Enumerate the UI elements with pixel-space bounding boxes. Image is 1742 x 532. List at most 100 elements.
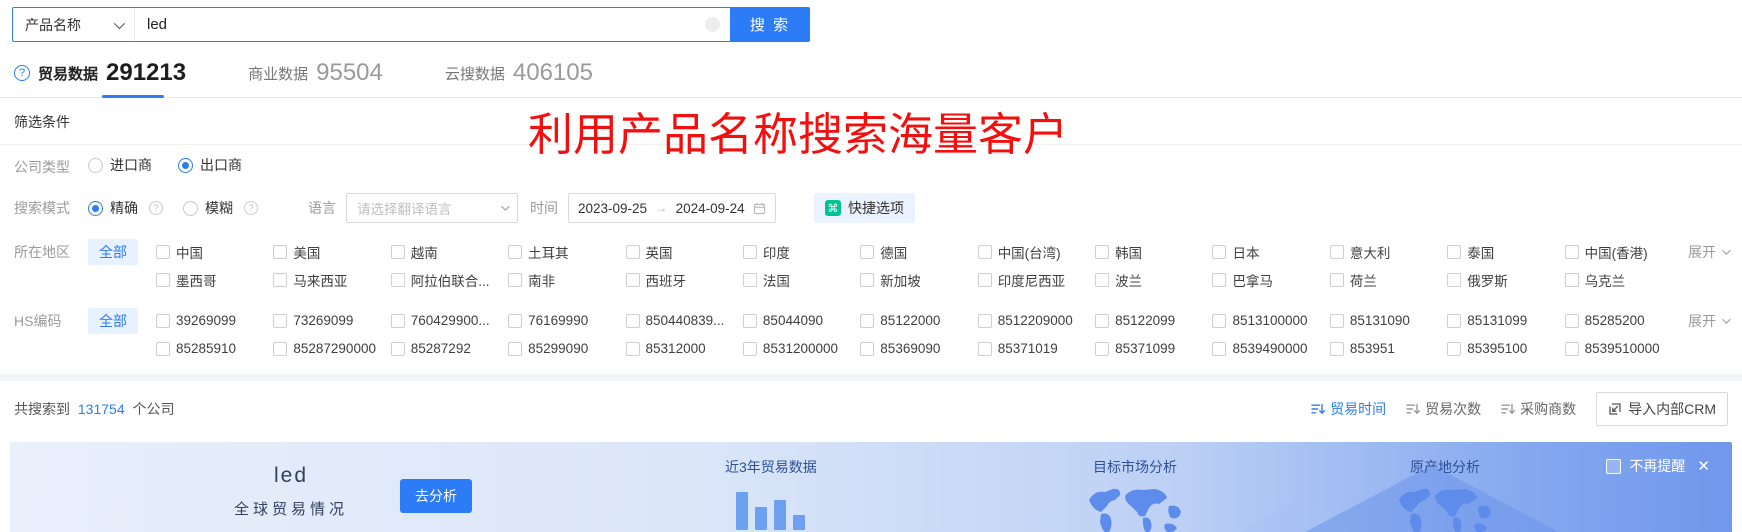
- checkbox-icon[interactable]: [742, 341, 757, 356]
- checkbox-icon[interactable]: [390, 341, 405, 356]
- hs-code-checkbox-item[interactable]: 8539510000: [1564, 336, 1678, 361]
- sort-trade-time[interactable]: 贸易时间: [1311, 399, 1386, 419]
- close-icon[interactable]: ✕: [1697, 457, 1710, 475]
- hs-code-checkbox-item[interactable]: 85122099: [1095, 308, 1208, 333]
- checkbox-icon[interactable]: [1329, 272, 1344, 287]
- hs-code-checkbox-item[interactable]: 85371019: [977, 336, 1091, 361]
- region-checkbox-item[interactable]: 南非: [508, 267, 621, 292]
- radio-exporter[interactable]: 出口商: [178, 155, 242, 175]
- radio-circle-icon-selected[interactable]: [88, 200, 103, 216]
- tab-cloud-search-data[interactable]: 云搜数据 406105: [445, 61, 593, 97]
- checkbox-icon[interactable]: [860, 313, 875, 328]
- hs-code-checkbox-item[interactable]: 8513100000: [1212, 308, 1325, 333]
- hs-code-checkbox-item[interactable]: 85371099: [1095, 336, 1208, 361]
- hs-code-checkbox-item[interactable]: 85299090: [508, 336, 621, 361]
- hs-code-checkbox-item[interactable]: 8539490000: [1212, 336, 1325, 361]
- checkbox-icon[interactable]: [1212, 272, 1227, 287]
- region-checkbox-item[interactable]: 荷兰: [1329, 267, 1443, 292]
- checkbox-icon[interactable]: [625, 244, 640, 259]
- checkbox-icon[interactable]: [1447, 272, 1462, 287]
- checkbox-icon[interactable]: [390, 272, 405, 287]
- hs-code-checkbox-item[interactable]: 85395100: [1447, 336, 1560, 361]
- radio-circle-icon-selected[interactable]: [178, 157, 193, 173]
- region-checkbox-item[interactable]: 巴拿马: [1212, 267, 1325, 292]
- checkbox-icon[interactable]: [273, 244, 288, 259]
- region-checkbox-item[interactable]: 印度尼西亚: [977, 267, 1091, 292]
- region-checkbox-item[interactable]: 韩国: [1095, 239, 1208, 264]
- checkbox-icon[interactable]: [860, 244, 875, 259]
- region-all-pill[interactable]: 全部: [88, 239, 138, 265]
- checkbox-icon[interactable]: [977, 313, 992, 328]
- radio-fuzzy-mode[interactable]: 模糊 ?: [183, 198, 258, 218]
- search-input[interactable]: [135, 8, 705, 41]
- checkbox-icon[interactable]: [625, 313, 640, 328]
- checkbox-icon[interactable]: [390, 244, 405, 259]
- region-checkbox-item[interactable]: 法国: [742, 267, 856, 292]
- hs-code-checkbox-item[interactable]: 760429900...: [390, 308, 504, 333]
- checkbox-icon[interactable]: [1329, 341, 1344, 356]
- hs-code-expand-link[interactable]: 展开: [1688, 308, 1731, 331]
- hs-code-checkbox-item[interactable]: 85285910: [156, 336, 269, 361]
- date-range-picker[interactable]: 2023-09-25 → 2024-09-24: [568, 193, 776, 223]
- checkbox-icon[interactable]: [1212, 341, 1227, 356]
- region-checkbox-item[interactable]: 越南: [390, 239, 504, 264]
- checkbox-icon[interactable]: [860, 272, 875, 287]
- hs-code-checkbox-item[interactable]: 85285200: [1564, 308, 1678, 333]
- checkbox-icon[interactable]: [1564, 272, 1579, 287]
- sort-trade-count[interactable]: 贸易次数: [1406, 399, 1481, 419]
- checkbox-icon[interactable]: [273, 313, 288, 328]
- checkbox-icon[interactable]: [156, 244, 170, 259]
- checkbox-icon[interactable]: [1564, 313, 1579, 328]
- language-select[interactable]: 请选择翻译语言: [346, 193, 518, 223]
- dismiss-checkbox[interactable]: [1606, 458, 1622, 474]
- region-checkbox-item[interactable]: 阿拉伯联合...: [390, 267, 504, 292]
- region-checkbox-item[interactable]: 中国: [156, 239, 269, 264]
- checkbox-icon[interactable]: [742, 272, 757, 287]
- radio-circle-icon[interactable]: [88, 157, 103, 173]
- region-checkbox-item[interactable]: 俄罗斯: [1447, 267, 1560, 292]
- checkbox-icon[interactable]: [273, 341, 288, 356]
- checkbox-icon[interactable]: [1212, 244, 1227, 259]
- checkbox-icon[interactable]: [1447, 313, 1462, 328]
- checkbox-icon[interactable]: [156, 313, 170, 328]
- hs-code-checkbox-item[interactable]: 85122000: [860, 308, 973, 333]
- checkbox-icon[interactable]: [156, 341, 170, 356]
- checkbox-icon[interactable]: [1095, 341, 1110, 356]
- region-checkbox-item[interactable]: 新加坡: [860, 267, 973, 292]
- checkbox-icon[interactable]: [1212, 313, 1227, 328]
- checkbox-icon[interactable]: [1095, 313, 1110, 328]
- analyze-button[interactable]: 去分析: [400, 479, 472, 513]
- checkbox-icon[interactable]: [1329, 313, 1344, 328]
- hs-code-checkbox-item[interactable]: 73269099: [273, 308, 386, 333]
- radio-exact-mode[interactable]: 精确 ?: [88, 198, 163, 218]
- region-checkbox-item[interactable]: 土耳其: [508, 239, 621, 264]
- region-checkbox-item[interactable]: 德国: [860, 239, 973, 264]
- region-checkbox-item[interactable]: 西班牙: [625, 267, 739, 292]
- tab-business-data[interactable]: 商业数据 95504: [248, 61, 383, 97]
- radio-circle-icon[interactable]: [183, 200, 198, 216]
- checkbox-icon[interactable]: [977, 341, 992, 356]
- region-expand-link[interactable]: 展开: [1688, 239, 1731, 262]
- checkbox-icon[interactable]: [508, 341, 523, 356]
- checkbox-icon[interactable]: [1447, 341, 1462, 356]
- results-count[interactable]: 131754: [78, 401, 125, 417]
- clear-icon[interactable]: [705, 17, 720, 32]
- region-checkbox-item[interactable]: 中国(台湾): [977, 239, 1091, 264]
- checkbox-icon[interactable]: [977, 272, 992, 287]
- radio-importer[interactable]: 进口商: [88, 155, 152, 175]
- checkbox-icon[interactable]: [860, 341, 875, 356]
- checkbox-icon[interactable]: [508, 272, 523, 287]
- hs-code-checkbox-item[interactable]: 853951: [1329, 336, 1443, 361]
- banner-card-trade-3yr[interactable]: 近3年贸易数据: [725, 457, 817, 530]
- checkbox-icon[interactable]: [1095, 244, 1110, 259]
- checkbox-icon[interactable]: [1564, 244, 1579, 259]
- checkbox-icon[interactable]: [1329, 244, 1344, 259]
- sort-buyer-count[interactable]: 采购商数: [1501, 399, 1576, 419]
- checkbox-icon[interactable]: [977, 244, 992, 259]
- hs-code-checkbox-item[interactable]: 39269099: [156, 308, 269, 333]
- region-checkbox-item[interactable]: 马来西亚: [273, 267, 386, 292]
- tab-trade-data[interactable]: ? 贸易数据 291213: [14, 61, 186, 98]
- region-checkbox-item[interactable]: 波兰: [1095, 267, 1208, 292]
- checkbox-icon[interactable]: [1095, 272, 1110, 287]
- import-crm-button[interactable]: 导入内部CRM: [1596, 392, 1728, 426]
